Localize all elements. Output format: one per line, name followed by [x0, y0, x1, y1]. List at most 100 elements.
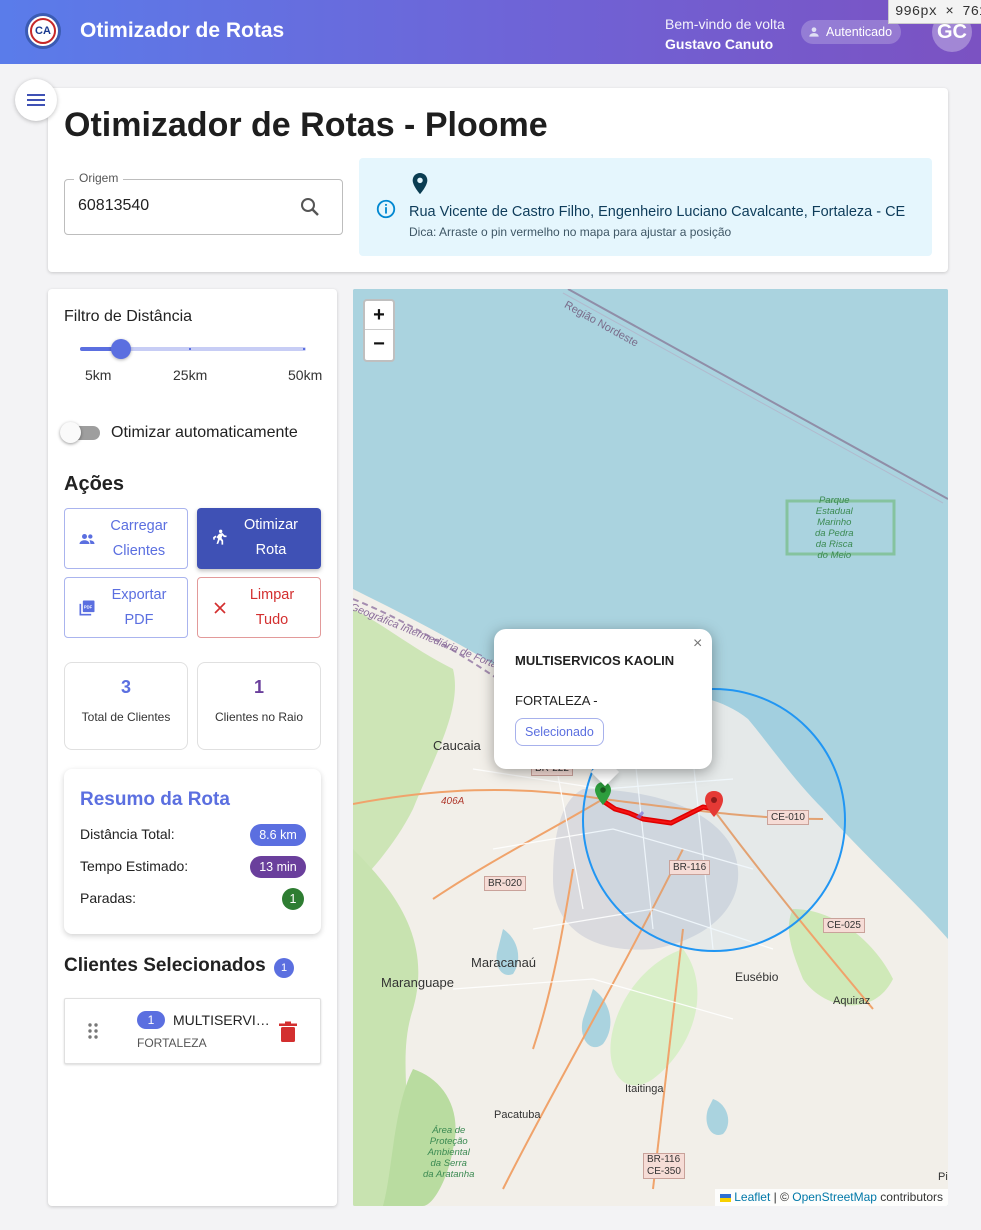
leaflet-link[interactable]: Leaflet [734, 1190, 770, 1204]
map-label-line: da Aratanha [423, 1169, 475, 1180]
button-label: Exportar [111, 587, 167, 603]
selected-count-badge: 1 [274, 958, 294, 978]
location-pin-icon [412, 173, 428, 195]
slider-mark [97, 348, 99, 350]
total-clients-label: Total de Clientes [81, 710, 171, 724]
marker-popup: × MULTISERVICOS KAOLIN FORTALEZA - Selec… [494, 629, 712, 769]
order-badge: 1 [137, 1011, 165, 1029]
map-label-line: da Pedra [815, 528, 854, 539]
resolved-address: Rua Vicente de Castro Filho, Engenheiro … [409, 204, 906, 220]
map-label-line: da Serra [430, 1158, 467, 1169]
load-clients-button[interactable]: Carregar Clientes [64, 508, 188, 569]
selected-clients-title: Clientes Selecionados [64, 955, 266, 976]
welcome-text: Bem-vindo de volta [665, 16, 785, 32]
map-label: Maranguape [381, 975, 454, 990]
menu-button[interactable] [15, 79, 57, 121]
popup-close-button[interactable]: × [693, 635, 702, 653]
control-panel: Filtro de Distância 5km 25km 50km Otimiz… [48, 289, 337, 1206]
road-shield: BR-116 [669, 860, 711, 875]
button-label: PDF [124, 612, 154, 628]
logo-text: CA [30, 18, 56, 44]
stops-badge: 1 [282, 888, 304, 910]
app-title: Otimizador de Rotas [80, 19, 285, 42]
map-label-line: da Risca [815, 539, 853, 550]
route-summary-card: Resumo da Rota Distância Total: 8.6 km T… [64, 769, 321, 934]
button-label: Tudo [255, 612, 289, 628]
map-label-line: Marinho [817, 517, 852, 528]
map-attribution: Leaflet | © OpenStreetMap contributors [714, 1189, 948, 1206]
map-label: Pacatuba [494, 1109, 541, 1121]
pdf-icon: PDF [79, 600, 95, 616]
map-label: Maracanaú [471, 955, 537, 970]
attribution-separator: | © [770, 1190, 793, 1204]
slider-thumb[interactable] [111, 339, 131, 359]
total-clients-card: 3 Total de Clientes [64, 662, 188, 750]
address-info-box: Rua Vicente de Castro Filho, Engenheiro … [359, 158, 932, 256]
time-label: Tempo Estimado: [80, 858, 189, 874]
button-label: Carregar [110, 518, 168, 534]
hamburger-icon [27, 94, 45, 106]
map-label: Caucaia [433, 738, 481, 753]
drag-handle-icon[interactable] [87, 1022, 99, 1040]
slider-mark-label: 50km [288, 367, 323, 383]
delete-icon[interactable] [279, 1021, 297, 1043]
road-shield: BR-116 CE-350 [643, 1153, 685, 1179]
time-badge: 13 min [250, 856, 306, 878]
directions-run-icon [213, 529, 227, 545]
map-label: Parque Estadual Marinho da Pedra da Risc… [815, 495, 854, 561]
app-bar: CA Otimizador de Rotas Bem-vindo de volt… [0, 0, 981, 64]
osm-link[interactable]: OpenStreetMap [792, 1190, 877, 1204]
map-label: Aquiraz [833, 995, 871, 1007]
group-icon [79, 534, 95, 544]
route-map[interactable]: Região Nordeste Parque Estadual Marinho … [353, 289, 948, 1206]
origin-field[interactable]: Origem [64, 171, 343, 235]
auto-optimize-switch[interactable] [60, 422, 100, 443]
info-icon [376, 199, 396, 219]
zoom-out-button[interactable]: − [365, 330, 393, 359]
clients-in-radius-label: Clientes no Raio [214, 710, 304, 724]
auth-status-label: Autenticado [826, 25, 893, 39]
viewport-size-badge: 996px × 761px [888, 0, 981, 24]
list-item[interactable]: 1 MULTISERVICOS KAOLIN FORTALEZA [64, 998, 321, 1064]
map-label-line: Estadual [815, 506, 853, 517]
zoom-in-button[interactable]: + [365, 301, 393, 330]
export-pdf-button[interactable]: PDF Exportar PDF [64, 577, 188, 638]
road-shield-line: BR-116 [647, 1154, 681, 1165]
app-logo[interactable]: CA [25, 13, 61, 49]
button-label: Rota [255, 542, 287, 558]
map-label-line: Proteção [429, 1136, 468, 1147]
clients-in-radius-value: 1 [253, 677, 264, 697]
welcome-block: Bem-vindo de volta Gustavo Canuto [665, 14, 785, 54]
ukraine-flag-icon [719, 1194, 731, 1202]
origin-input[interactable] [78, 197, 288, 215]
map-label: Eusébio [735, 970, 779, 984]
client-name: MULTISERVICOS KAOLIN [173, 1012, 273, 1028]
map-label-line: Parque [818, 495, 850, 506]
attribution-contributors: contributors [876, 1190, 943, 1204]
svg-text:PDF: PDF [84, 604, 93, 609]
distance-badge: 8.6 km [250, 824, 306, 846]
optimize-route-button[interactable]: Otimizar Rota [197, 508, 321, 569]
distance-slider[interactable] [80, 339, 306, 359]
popup-client-city: FORTALEZA - [515, 693, 598, 708]
button-label: Otimizar [244, 517, 298, 533]
map-label: Itaitinga [625, 1083, 664, 1095]
slider-mark [189, 348, 191, 350]
address-tip: Dica: Arraste o pin vermelho no mapa par… [409, 225, 732, 239]
road-shield: BR-020 [484, 876, 526, 891]
map-label-line: Área de [432, 1125, 466, 1136]
zoom-control: + − [363, 299, 395, 362]
slider-mark [303, 348, 305, 350]
auth-status-chip: Autenticado [801, 20, 902, 44]
switch-knob [60, 422, 81, 443]
actions-title: Ações [64, 473, 125, 495]
route-summary-title: Resumo da Rota [80, 789, 230, 810]
distance-label: Distância Total: [80, 826, 175, 842]
clear-all-button[interactable]: Limpar Tudo [197, 577, 321, 638]
popup-selected-chip[interactable]: Selecionado [515, 718, 604, 746]
road-shield: 406A [441, 796, 465, 807]
search-icon[interactable] [298, 195, 322, 219]
total-clients-value: 3 [120, 677, 131, 697]
clients-in-radius-card: 1 Clientes no Raio [197, 662, 321, 750]
distance-filter-title: Filtro de Distância [64, 308, 193, 325]
